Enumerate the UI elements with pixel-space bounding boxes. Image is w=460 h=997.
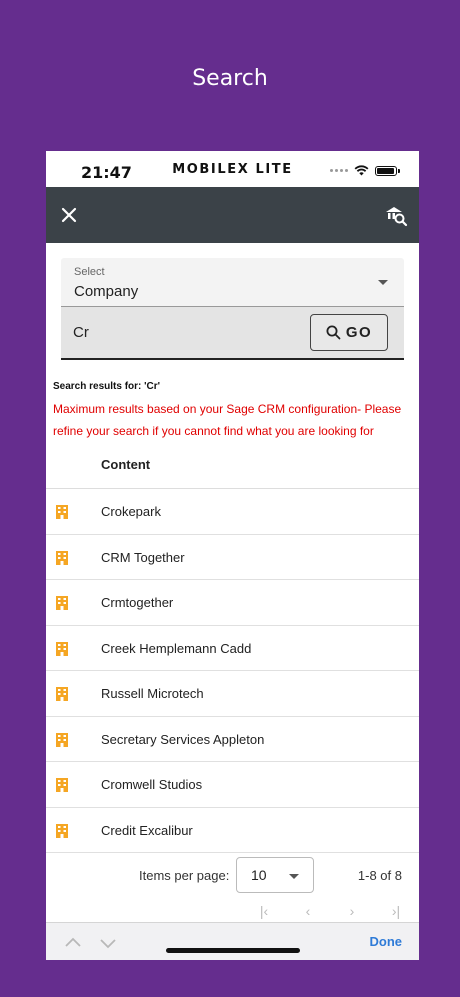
- page-caption: Search: [192, 66, 268, 91]
- chevron-down-icon[interactable]: [99, 934, 117, 952]
- result-name: Russell Microtech: [101, 686, 204, 701]
- wifi-icon: [354, 165, 369, 176]
- result-row[interactable]: Cromwell Studios: [46, 762, 419, 808]
- result-row[interactable]: Secretary Services Appleton: [46, 717, 419, 762]
- close-icon[interactable]: [58, 204, 80, 226]
- paginator: Items per page: 10 1-8 of 8: [46, 851, 419, 901]
- building-icon: [56, 823, 68, 838]
- building-icon: [56, 550, 68, 565]
- prev-page-icon[interactable]: ‹: [300, 903, 316, 923]
- search-scope-icon[interactable]: [384, 203, 408, 227]
- results-list: Crokepark CRM Together Crmtogether Creek He…: [46, 489, 419, 853]
- page-range: 1-8 of 8: [357, 868, 402, 883]
- result-name: Credit Excalibur: [101, 822, 193, 838]
- result-name: Secretary Services Appleton: [101, 731, 265, 747]
- result-name: Cromwell Studios: [101, 777, 203, 792]
- result-name: Crokepark: [101, 504, 161, 519]
- building-icon: [56, 732, 68, 747]
- dropdown-arrow-icon: [289, 874, 299, 879]
- result-name: CRM Together: [101, 549, 185, 565]
- building-icon: [56, 505, 68, 519]
- signal-icon: [330, 169, 348, 172]
- building-icon: [56, 687, 68, 701]
- phone-screen: 21:47 MOBILEX LITE Select Company Cr GO …: [46, 151, 419, 960]
- building-icon: [56, 778, 68, 792]
- items-per-page-label: Items per page:: [139, 868, 230, 883]
- items-per-page-select[interactable]: 10: [236, 857, 314, 893]
- last-page-icon[interactable]: ›|: [388, 903, 404, 923]
- go-button[interactable]: GO: [310, 314, 388, 351]
- first-page-icon[interactable]: |‹: [256, 903, 272, 923]
- result-name: Crmtogether: [101, 595, 174, 610]
- entity-select-value: Company: [74, 283, 139, 300]
- status-icons: [330, 165, 400, 176]
- items-per-page-value: 10: [251, 867, 267, 883]
- entity-select-label: Select: [74, 266, 105, 278]
- done-button[interactable]: Done: [370, 934, 403, 949]
- column-header-content: Content: [101, 457, 151, 472]
- search-icon: [326, 325, 341, 340]
- go-button-label: GO: [345, 324, 373, 341]
- result-row[interactable]: Crmtogether: [46, 580, 419, 626]
- search-row: GO: [61, 307, 404, 360]
- entity-select[interactable]: Select Company: [61, 258, 404, 307]
- dropdown-arrow-icon: [378, 280, 388, 285]
- result-row[interactable]: CRM Together: [46, 535, 419, 580]
- result-row[interactable]: Russell Microtech: [46, 671, 419, 717]
- building-icon: [56, 596, 68, 610]
- result-name: Creek Hemplemann Cadd: [101, 640, 252, 656]
- status-bar: 21:47 MOBILEX LITE: [46, 151, 419, 187]
- next-page-icon[interactable]: ›: [344, 903, 360, 923]
- result-row[interactable]: Credit Excalibur: [46, 808, 419, 853]
- keyboard-accessory-bar: Done: [46, 922, 419, 960]
- building-icon: [56, 641, 68, 656]
- chevron-up-icon[interactable]: [64, 934, 82, 952]
- result-row[interactable]: Creek Hemplemann Cadd: [46, 626, 419, 671]
- battery-icon: [375, 165, 400, 176]
- pager-arrows: |‹ ‹ › ›|: [256, 903, 416, 923]
- home-indicator: [166, 948, 300, 953]
- results-for-text: Search results for: 'Cr': [53, 381, 161, 392]
- top-toolbar: [46, 187, 419, 243]
- result-row[interactable]: Crokepark: [46, 489, 419, 535]
- search-input[interactable]: [73, 319, 293, 345]
- max-results-warning: Maximum results based on your Sage CRM c…: [53, 402, 402, 438]
